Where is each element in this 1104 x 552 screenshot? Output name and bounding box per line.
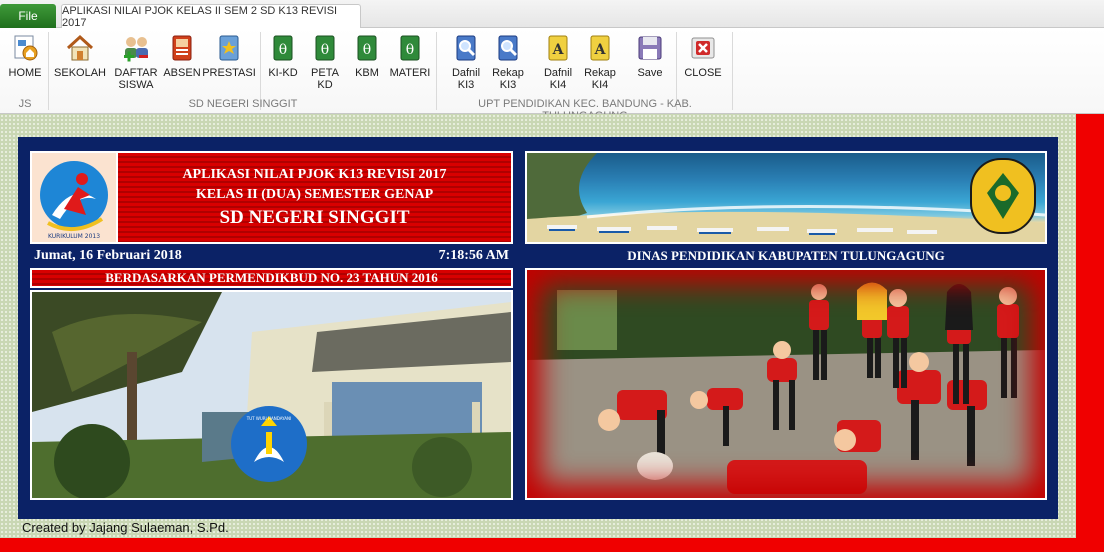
rekap-ki3-label: Rekap KI3 bbox=[492, 67, 524, 91]
students-exercise-photo bbox=[525, 268, 1047, 500]
file-tab[interactable]: File bbox=[0, 4, 56, 28]
rekap-ki3-button[interactable]: Rekap KI3 bbox=[488, 32, 528, 98]
kbm-label: KBM bbox=[355, 67, 379, 79]
theta-book-icon: θ bbox=[394, 32, 426, 64]
home-button[interactable]: HOME bbox=[4, 32, 46, 98]
letter-a-book-icon: A bbox=[584, 32, 616, 64]
red-border-bottom bbox=[0, 538, 1104, 552]
home-label: HOME bbox=[8, 67, 42, 79]
daftar-siswa-label: DAFTAR SISWA bbox=[114, 67, 158, 91]
daftar-siswa-button[interactable]: DAFTAR SISWA bbox=[114, 32, 158, 98]
svg-text:θ: θ bbox=[279, 42, 287, 58]
trophy-book-icon bbox=[213, 32, 245, 64]
class-semester: KELAS II (DUA) SEMESTER GENAP bbox=[195, 186, 434, 202]
letter-a-book-icon: A bbox=[542, 32, 574, 64]
svg-text:A: A bbox=[594, 42, 607, 58]
dafnil-ki3-button[interactable]: Dafnil KI3 bbox=[446, 32, 486, 98]
current-time: 7:18:56 AM bbox=[438, 248, 509, 263]
group-label-js: JS bbox=[18, 98, 32, 110]
separator bbox=[732, 32, 733, 110]
prestasi-label: PRESTASI bbox=[202, 67, 256, 79]
svg-text:θ: θ bbox=[363, 42, 371, 58]
date-time-row: Jumat, 16 Februari 2018 7:18:56 AM bbox=[30, 248, 513, 266]
magnifier-book-icon bbox=[492, 32, 524, 64]
dafnil-ki4-label: Dafnil KI4 bbox=[543, 67, 573, 91]
group-label-sekolah: SD NEGERI SINGGIT bbox=[188, 98, 298, 110]
red-border-right bbox=[1076, 114, 1104, 552]
close-label: CLOSE bbox=[684, 67, 722, 79]
beach-banner-image bbox=[525, 151, 1047, 244]
house-icon bbox=[64, 32, 96, 64]
magnifier-book-icon bbox=[450, 32, 482, 64]
separator bbox=[48, 32, 49, 110]
school-name: SD NEGERI SINGGIT bbox=[219, 206, 410, 228]
absen-button[interactable]: ABSEN bbox=[162, 32, 202, 98]
rekap-ki4-label: Rekap KI4 bbox=[584, 67, 616, 91]
dafnil-ki3-label: Dafnil KI3 bbox=[451, 67, 481, 91]
app-title-panel: APLIKASI NILAI PJOK K13 REVISI 2017 KELA… bbox=[118, 151, 513, 244]
save-label: Save bbox=[637, 67, 663, 79]
kurikulum-logo: KURIKULUM 2013 bbox=[30, 151, 118, 244]
sekolah-button[interactable]: SEKOLAH bbox=[54, 32, 106, 98]
ribbon: HOME SEKOLAH DAFTAR SISWA ABSEN PRESTASI… bbox=[0, 28, 1104, 122]
current-date: Jumat, 16 Februari 2018 bbox=[34, 248, 182, 263]
home-page-icon bbox=[9, 32, 41, 64]
credit-text: Created by Jajang Sulaeman, S.Pd. bbox=[22, 520, 229, 535]
dafnil-ki4-button[interactable]: A Dafnil KI4 bbox=[538, 32, 578, 98]
svg-text:θ: θ bbox=[406, 42, 414, 58]
peta-kd-button[interactable]: θ PETA KD bbox=[308, 32, 342, 98]
svg-text:A: A bbox=[552, 42, 565, 58]
regulation-banner: BERDASARKAN PERMENDIKBUD NO. 23 TAHUN 20… bbox=[30, 268, 513, 288]
sekolah-label: SEKOLAH bbox=[54, 67, 106, 79]
emblem-text: TUT WURI HANDAYANI bbox=[246, 416, 291, 421]
theta-book-icon: θ bbox=[309, 32, 341, 64]
ki-kd-button[interactable]: θ KI-KD bbox=[266, 32, 300, 98]
save-button[interactable]: Save bbox=[630, 32, 670, 98]
agency-label: DINAS PENDIDIKAN KABUPATEN TULUNGAGUNG bbox=[627, 248, 945, 263]
close-button[interactable]: CLOSE bbox=[682, 32, 724, 98]
logo-text: KURIKULUM 2013 bbox=[48, 233, 100, 240]
peta-kd-label: PETA KD bbox=[311, 67, 339, 91]
rekap-ki4-button[interactable]: A Rekap KI4 bbox=[580, 32, 620, 98]
ki-kd-label: KI-KD bbox=[268, 67, 298, 79]
theta-book-icon: θ bbox=[351, 32, 383, 64]
book-icon bbox=[166, 32, 198, 64]
school-building-photo: TUT WURI HANDAYANI bbox=[30, 290, 513, 500]
kbm-button[interactable]: θ KBM bbox=[350, 32, 384, 98]
floppy-disk-icon bbox=[634, 32, 666, 64]
app-title: APLIKASI NILAI PJOK K13 REVISI 2017 bbox=[182, 166, 447, 182]
tab-strip: File APLIKASI NILAI PJOK KELAS II SEM 2 … bbox=[0, 0, 1104, 29]
prestasi-button[interactable]: PRESTASI bbox=[202, 32, 256, 98]
close-icon bbox=[687, 32, 719, 64]
theta-book-icon: θ bbox=[267, 32, 299, 64]
svg-text:θ: θ bbox=[321, 42, 329, 58]
materi-button[interactable]: θ MATERI bbox=[388, 32, 432, 98]
materi-label: MATERI bbox=[389, 67, 431, 79]
separator bbox=[436, 32, 437, 110]
users-icon bbox=[120, 32, 152, 64]
absen-label: ABSEN bbox=[163, 67, 201, 79]
tut-wuri-handayani-emblem: TUT WURI HANDAYANI bbox=[231, 406, 307, 482]
tab-aplikasi[interactable]: APLIKASI NILAI PJOK KELAS II SEM 2 SD K1… bbox=[61, 4, 361, 29]
